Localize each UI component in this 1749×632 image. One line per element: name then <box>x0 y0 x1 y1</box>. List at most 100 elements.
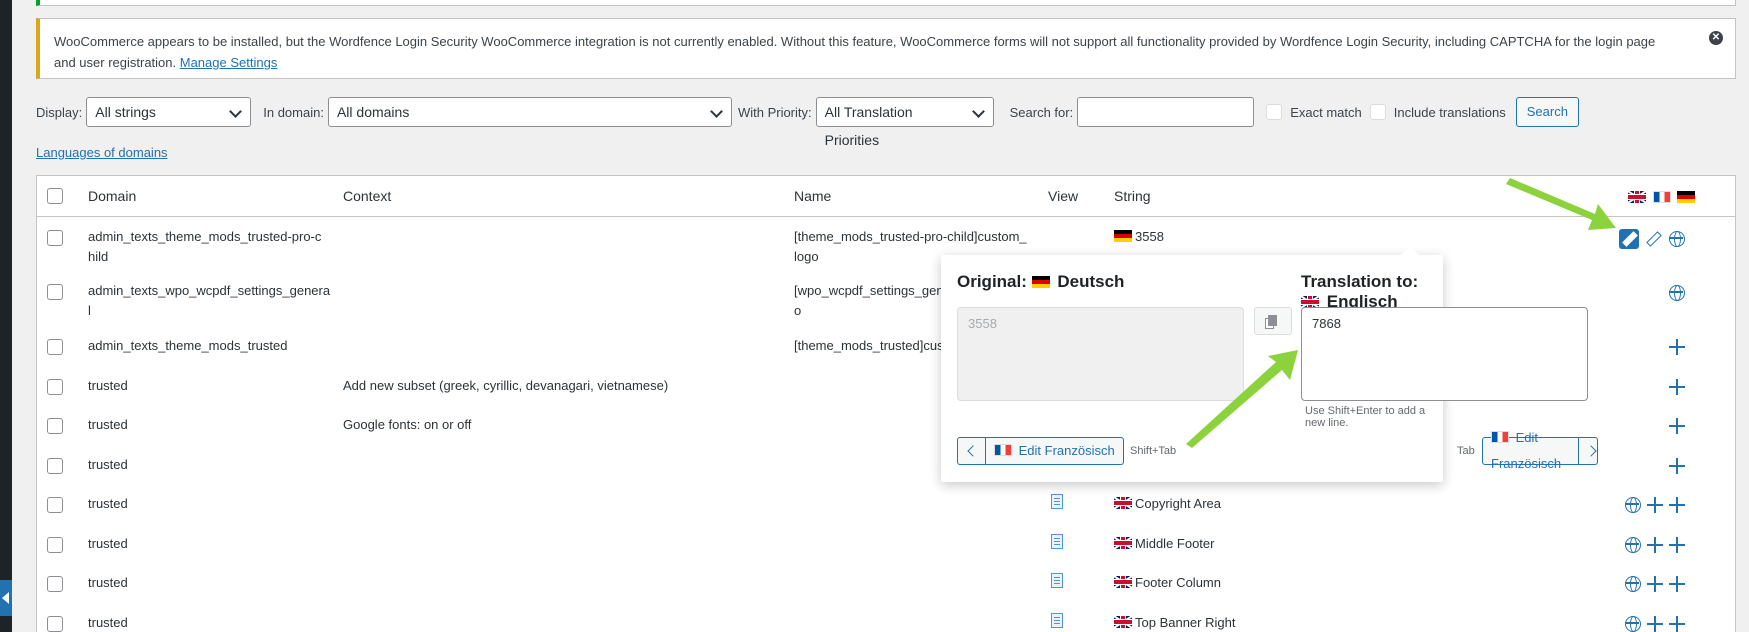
search-label: Search for: <box>1009 104 1074 120</box>
row-domain: trusted <box>88 615 128 630</box>
edit-translation-icon[interactable] <box>1619 229 1639 249</box>
exact-match-checkbox[interactable] <box>1266 104 1283 120</box>
original-title: Original: Deutsch <box>957 272 1125 291</box>
notice-text: WooCommerce appears to be installed, but… <box>54 34 1656 70</box>
row-checkbox[interactable] <box>47 576 63 592</box>
header-string[interactable]: String <box>1114 186 1151 206</box>
row-name: [wpo_wcpdf_settings_gene <box>794 283 951 298</box>
row-string: 3558 <box>1114 227 1164 247</box>
flag-de-icon <box>1677 191 1696 203</box>
prev-language-button[interactable]: Edit Französisch <box>957 437 1124 465</box>
row-string: Middle Footer <box>1114 534 1214 554</box>
include-translations-label: Include translations <box>1393 104 1506 120</box>
annotation-arrow-icon <box>1186 350 1298 448</box>
add-german-icon[interactable] <box>1669 497 1685 513</box>
add-french-icon[interactable] <box>1647 576 1663 592</box>
chevron-left-icon <box>958 438 986 464</box>
add-german-icon[interactable] <box>1669 537 1685 553</box>
translation-textarea[interactable]: 7868 <box>1301 307 1588 401</box>
row-checkbox[interactable] <box>47 497 63 513</box>
edit-french-icon[interactable] <box>1643 229 1663 249</box>
globe-icon[interactable] <box>1669 285 1685 301</box>
add-french-icon[interactable] <box>1647 497 1663 513</box>
globe-icon[interactable] <box>1669 231 1685 247</box>
flag-de-icon <box>1114 230 1132 242</box>
copy-original-button[interactable] <box>1254 307 1292 335</box>
row-domain-cont: hild <box>88 249 109 264</box>
newline-hint: Use Shift+Enter to add a new line. <box>1305 405 1426 429</box>
next-shortcut: Tab <box>1457 445 1475 457</box>
flag-fr-icon <box>994 444 1012 456</box>
chevron-right-icon <box>1578 438 1597 464</box>
collapse-menu-button[interactable] <box>0 580 12 616</box>
add-translation-icon[interactable] <box>1669 418 1685 434</box>
flag-gb-icon <box>1114 537 1132 549</box>
header-view: View <box>1048 188 1079 204</box>
domain-select[interactable]: All domains <box>327 97 732 127</box>
add-translation-icon[interactable] <box>1669 458 1685 474</box>
row-context: Add new subset (greek, cyrillic, devanag… <box>343 378 669 393</box>
add-translation-icon[interactable] <box>1669 379 1685 395</box>
row-checkbox[interactable] <box>47 537 63 553</box>
row-name-cont: o <box>794 303 802 318</box>
filters-bar: Display: All strings In domain: All doma… <box>36 97 1579 148</box>
flag-gb-icon <box>1628 191 1646 203</box>
display-select[interactable]: All strings <box>86 97 252 127</box>
row-string: Top Banner Right <box>1114 613 1235 632</box>
row-checkbox[interactable] <box>47 458 63 474</box>
priority-select[interactable]: All Translation Priorities <box>815 97 994 148</box>
globe-icon[interactable] <box>1625 576 1641 592</box>
domain-label: In domain: <box>263 104 324 120</box>
view-string-icon[interactable] <box>1051 534 1063 549</box>
row-checkbox[interactable] <box>47 230 63 246</box>
row-domain: trusted <box>88 457 128 472</box>
row-checkbox[interactable] <box>47 284 63 300</box>
flag-gb-icon <box>1114 497 1132 509</box>
top-notice-edge <box>36 0 1736 6</box>
globe-icon[interactable] <box>1625 497 1641 513</box>
row-checkbox[interactable] <box>47 616 63 632</box>
add-french-icon[interactable] <box>1647 537 1663 553</box>
row-domain: trusted <box>88 417 128 432</box>
flag-fr-icon <box>1652 191 1671 203</box>
select-all-checkbox[interactable] <box>47 188 63 204</box>
header-language-flags <box>1628 190 1698 205</box>
search-button[interactable]: Search <box>1515 97 1579 127</box>
view-string-icon[interactable] <box>1051 494 1063 509</box>
row-checkbox[interactable] <box>47 379 63 395</box>
add-translation-icon[interactable] <box>1669 339 1685 355</box>
flag-fr-icon <box>1491 431 1509 443</box>
manage-settings-link[interactable]: Manage Settings <box>180 55 278 70</box>
flag-de-icon <box>1031 276 1050 288</box>
header-name[interactable]: Name <box>794 186 831 206</box>
languages-of-domains-link[interactable]: Languages of domains <box>36 145 168 160</box>
row-checkbox[interactable] <box>47 418 63 434</box>
strings-table: Domain Context Name View String admin_te… <box>36 175 1736 632</box>
dismiss-icon[interactable]: ✕ <box>1709 31 1723 45</box>
annotation-arrow-icon <box>1506 178 1616 230</box>
next-language-button[interactable]: Edit Französisch <box>1482 430 1599 471</box>
row-checkbox[interactable] <box>47 339 63 355</box>
exact-match-label: Exact match <box>1290 104 1362 120</box>
row-domain: admin_texts_theme_mods_trusted <box>88 338 288 353</box>
add-german-icon[interactable] <box>1669 616 1685 632</box>
header-context[interactable]: Context <box>343 186 391 206</box>
row-domain: trusted <box>88 575 128 590</box>
header-domain[interactable]: Domain <box>88 186 136 206</box>
globe-icon[interactable] <box>1625 616 1641 632</box>
globe-icon[interactable] <box>1625 537 1641 553</box>
row-domain: trusted <box>88 536 128 551</box>
include-translations-checkbox[interactable] <box>1369 104 1386 120</box>
wordfence-notice: WooCommerce appears to be installed, but… <box>36 18 1736 79</box>
admin-sidebar <box>0 0 12 632</box>
search-input[interactable] <box>1077 97 1255 127</box>
row-domain: admin_texts_theme_mods_trusted-pro-c <box>88 229 322 244</box>
view-string-icon[interactable] <box>1051 613 1063 628</box>
prev-shortcut: Shift+Tab <box>1130 445 1177 457</box>
add-french-icon[interactable] <box>1647 616 1663 632</box>
flag-gb-icon <box>1114 616 1132 628</box>
add-german-icon[interactable] <box>1669 576 1685 592</box>
row-name: [theme_mods_trusted-pro-child]custom_ <box>794 229 1027 244</box>
row-name: [theme_mods_trusted]cust <box>794 338 948 353</box>
view-string-icon[interactable] <box>1051 573 1063 588</box>
